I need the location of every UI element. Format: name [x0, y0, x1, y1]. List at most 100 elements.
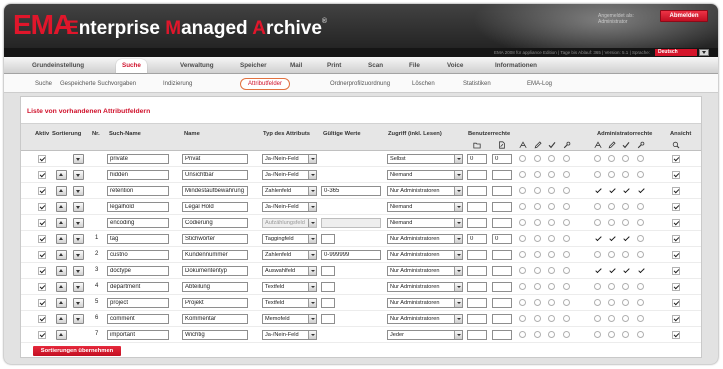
move-down-button[interactable] — [73, 298, 84, 308]
subtab-indizierung[interactable]: Indizierung — [163, 81, 192, 87]
user-right-toggle[interactable] — [534, 331, 541, 338]
logout-button[interactable]: Abmelden — [660, 10, 708, 22]
valid-values-input[interactable] — [321, 186, 381, 196]
name-input[interactable] — [182, 282, 248, 292]
user-right-toggle[interactable] — [563, 299, 570, 306]
admin-right-toggle[interactable] — [637, 187, 644, 194]
move-down-button[interactable] — [73, 170, 84, 180]
subtab-loeschen[interactable]: Löschen — [412, 81, 435, 87]
admin-right-toggle[interactable] — [608, 171, 615, 178]
move-down-button[interactable] — [73, 234, 84, 244]
user-limit-input[interactable] — [467, 330, 487, 340]
admin-right-toggle[interactable] — [622, 331, 629, 338]
name-input[interactable] — [182, 298, 248, 308]
user-limit-input[interactable] — [467, 170, 487, 180]
admin-right-toggle[interactable] — [622, 171, 629, 178]
active-checkbox[interactable] — [38, 203, 46, 211]
admin-right-toggle[interactable] — [637, 331, 644, 338]
nav-tab-scan[interactable]: Scan — [368, 62, 383, 69]
admin-right-toggle[interactable] — [622, 283, 629, 290]
language-select[interactable]: Deutsch — [655, 49, 697, 56]
move-down-button[interactable] — [73, 202, 84, 212]
access-select[interactable]: Nur Administratoren — [387, 250, 463, 260]
access-select[interactable]: Niemand — [387, 170, 463, 180]
access-select[interactable]: Nur Administratoren — [387, 234, 463, 244]
search-name-input[interactable] — [107, 314, 169, 324]
search-name-input[interactable] — [107, 282, 169, 292]
valid-values-input[interactable] — [321, 234, 335, 244]
active-checkbox[interactable] — [38, 299, 46, 307]
user-right-toggle[interactable] — [519, 219, 526, 226]
nav-tab-suche[interactable]: Suche — [116, 59, 147, 73]
view-checkbox[interactable] — [672, 251, 680, 259]
attribute-type-select[interactable]: Ja-/Nein-Feld — [262, 202, 317, 212]
admin-right-toggle[interactable] — [608, 219, 615, 226]
move-up-button[interactable] — [56, 282, 67, 292]
admin-right-toggle[interactable] — [594, 219, 601, 226]
user-limit-input[interactable] — [492, 282, 512, 292]
user-right-toggle[interactable] — [548, 203, 555, 210]
admin-right-toggle[interactable] — [608, 315, 615, 322]
user-limit-input[interactable] — [467, 314, 487, 324]
user-limit-input[interactable] — [467, 250, 487, 260]
user-limit-input[interactable] — [492, 234, 512, 244]
search-name-input[interactable] — [107, 234, 169, 244]
admin-right-toggle[interactable] — [622, 235, 629, 242]
subtab-suche[interactable]: Suche — [35, 81, 52, 87]
move-down-button[interactable] — [73, 266, 84, 276]
valid-values-input[interactable] — [321, 314, 335, 324]
user-right-toggle[interactable] — [563, 187, 570, 194]
attribute-type-select[interactable]: Zahlenfeld — [262, 186, 317, 196]
nav-tab-verwaltung[interactable]: Verwaltung — [180, 62, 214, 69]
valid-values-input[interactable] — [321, 266, 335, 276]
nav-tab-speicher[interactable]: Speicher — [240, 62, 267, 69]
valid-values-input[interactable] — [321, 282, 335, 292]
admin-right-toggle[interactable] — [594, 331, 601, 338]
admin-right-toggle[interactable] — [608, 331, 615, 338]
search-name-input[interactable] — [107, 330, 169, 340]
name-input[interactable] — [182, 202, 248, 212]
active-checkbox[interactable] — [38, 219, 46, 227]
view-checkbox[interactable] — [672, 235, 680, 243]
active-checkbox[interactable] — [38, 331, 46, 339]
user-limit-input[interactable] — [467, 234, 487, 244]
move-down-button[interactable] — [73, 186, 84, 196]
search-name-input[interactable] — [107, 250, 169, 260]
admin-right-toggle[interactable] — [594, 187, 601, 194]
attribute-type-select[interactable]: Memofeld — [262, 314, 317, 324]
access-select[interactable]: Niemand — [387, 218, 463, 228]
attribute-type-select[interactable]: Auswahlfeld — [262, 266, 317, 276]
admin-right-toggle[interactable] — [608, 299, 615, 306]
move-up-button[interactable] — [56, 170, 67, 180]
user-right-toggle[interactable] — [548, 315, 555, 322]
name-input[interactable] — [182, 218, 248, 228]
admin-right-toggle[interactable] — [622, 299, 629, 306]
move-up-button[interactable] — [56, 298, 67, 308]
user-right-toggle[interactable] — [534, 315, 541, 322]
active-checkbox[interactable] — [38, 171, 46, 179]
user-right-toggle[interactable] — [563, 267, 570, 274]
user-right-toggle[interactable] — [548, 251, 555, 258]
view-checkbox[interactable] — [672, 219, 680, 227]
user-right-toggle[interactable] — [534, 283, 541, 290]
attribute-type-select[interactable]: Textfeld — [262, 298, 317, 308]
nav-tab-voice[interactable]: Voice — [447, 62, 463, 69]
user-right-toggle[interactable] — [563, 219, 570, 226]
access-select[interactable]: Nur Administratoren — [387, 314, 463, 324]
user-right-toggle[interactable] — [548, 219, 555, 226]
active-checkbox[interactable] — [38, 155, 46, 163]
admin-right-toggle[interactable] — [594, 315, 601, 322]
search-name-input[interactable] — [107, 218, 169, 228]
attribute-type-select[interactable]: Textfeld — [262, 282, 317, 292]
subtab-gespeicherte-suchvorgaben[interactable]: Gespeicherte Suchvorgaben — [60, 81, 136, 87]
user-right-toggle[interactable] — [563, 315, 570, 322]
user-limit-input[interactable] — [492, 186, 512, 196]
move-up-button[interactable] — [56, 250, 67, 260]
search-name-input[interactable] — [107, 266, 169, 276]
user-limit-input[interactable] — [467, 218, 487, 228]
admin-right-toggle[interactable] — [594, 251, 601, 258]
name-input[interactable] — [182, 250, 248, 260]
nav-tab-print[interactable]: Print — [327, 62, 341, 69]
admin-right-toggle[interactable] — [622, 187, 629, 194]
move-up-button[interactable] — [56, 314, 67, 324]
